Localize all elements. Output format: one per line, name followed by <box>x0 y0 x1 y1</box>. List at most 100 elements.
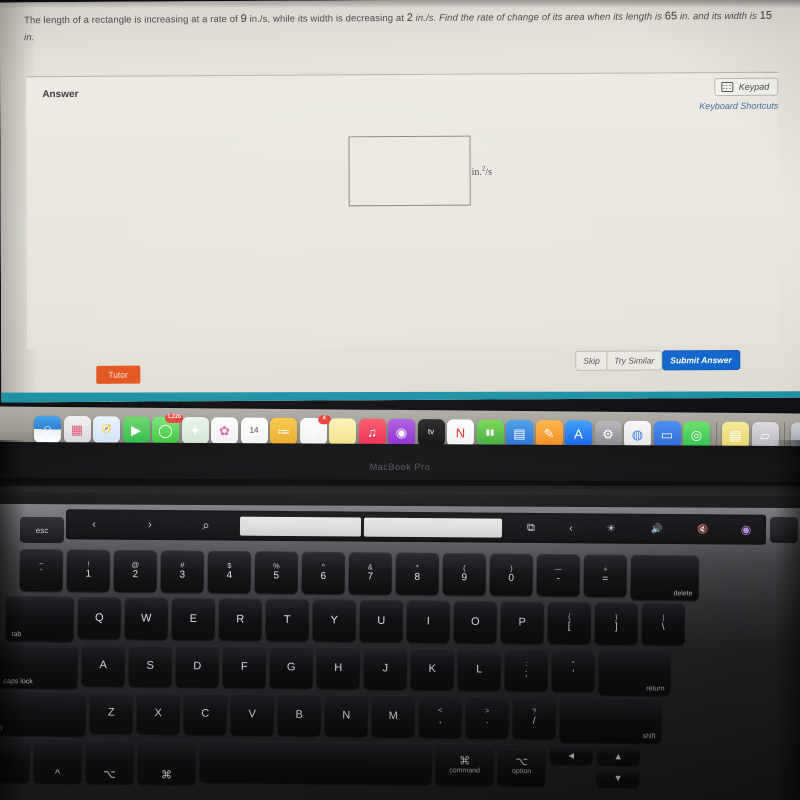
key-v[interactable]: V <box>230 693 274 736</box>
keyboard-row-space[interactable]: fn^⌥⌘⌘command⌥option◂▴▾ <box>0 737 640 791</box>
key-z[interactable]: Z <box>89 691 133 734</box>
dock-icon-news[interactable]: N <box>446 418 475 447</box>
key-arrow-up[interactable]: ▴ <box>596 745 640 766</box>
submit-answer-button[interactable]: Submit Answer <box>662 349 740 371</box>
touchbar-forward-icon[interactable]: › <box>122 514 178 536</box>
key-s[interactable]: S <box>128 644 172 687</box>
key-y[interactable]: Y <box>312 599 356 642</box>
dock-icon-facetime[interactable]: ▶ <box>122 415 150 444</box>
key-esc[interactable]: esc <box>19 516 65 544</box>
touchbar-suggestion-2[interactable] <box>363 517 503 538</box>
arrow-key-cluster[interactable]: ▴ ▾ <box>596 745 640 791</box>
key-power[interactable] <box>769 516 799 544</box>
key-3[interactable]: #3 <box>160 550 204 593</box>
key-=[interactable]: + = <box>583 554 627 597</box>
key-option-left[interactable]: ⌥ <box>85 738 134 785</box>
touchbar-suggestion-1[interactable] <box>239 516 361 537</box>
key-0[interactable]: ) 0 <box>489 553 533 596</box>
key-5[interactable]: % 5 <box>254 551 298 594</box>
dock-icon-downloads-folder[interactable]: ▱ <box>751 421 779 449</box>
answer-input[interactable] <box>348 135 471 207</box>
key-bracket-[[interactable]: {[ <box>547 601 591 645</box>
key-l[interactable]: L <box>457 648 501 691</box>
skip-button[interactable]: Skip <box>575 350 608 371</box>
key-control-left[interactable]: ^ <box>33 737 82 784</box>
key-9[interactable]: (9 <box>442 553 486 596</box>
key-7[interactable]: & 7 <box>348 552 392 595</box>
key-arrow-left[interactable]: ◂ <box>549 744 593 766</box>
key-t[interactable]: T <box>265 598 309 642</box>
key-tab[interactable]: tab <box>5 596 74 642</box>
touchbar-back-icon[interactable]: ‹ <box>66 513 122 535</box>
key-d[interactable]: D <box>175 645 219 688</box>
dock-icon-chrome[interactable]: ◍ <box>623 420 652 448</box>
dock-icon-zoom[interactable]: ▭ <box>653 420 681 448</box>
key-punct-0[interactable]: :; <box>504 648 548 692</box>
touchbar-screenshot-icon[interactable]: ⧉ <box>508 517 554 539</box>
key-r[interactable]: R <box>218 598 262 641</box>
key-fn[interactable]: fn <box>0 737 30 783</box>
key-arrow-down[interactable]: ▾ <box>596 767 640 788</box>
dock-icon-calendar[interactable]: 14 <box>240 416 268 445</box>
touchbar-siri-icon[interactable]: ◉ <box>726 518 766 540</box>
key-n[interactable]: N <box>324 694 368 737</box>
keypad-button[interactable]: Keypad <box>714 77 779 97</box>
touch-bar[interactable]: ‹ › ⌕ ⧉ ‹ ☀ 🔊 🔇 ◉ <box>65 509 767 545</box>
key-bracket-][interactable]: }] <box>594 602 638 645</box>
dock-icon-notes-yellow[interactable]: ▤ <box>721 421 750 449</box>
dock-icon-stickies[interactable] <box>328 417 357 445</box>
dock-icon-safari[interactable]: 🧭 <box>92 415 121 443</box>
dock-icon-notes[interactable]: ≡ 4 <box>299 414 331 445</box>
key-punct-1[interactable]: " ' <box>551 649 595 692</box>
dock-icon-app-store[interactable]: A <box>564 419 593 448</box>
keyboard-shortcuts-link[interactable]: Keyboard Shortcuts <box>699 101 778 111</box>
key-delete[interactable]: delete <box>630 554 699 601</box>
key-b[interactable]: B <box>277 693 321 737</box>
dock-icon-apple-tv[interactable]: tv <box>417 418 445 446</box>
keyboard-row-number[interactable]: ~ `! 1 @2 #3 $4% 5 ^ 6 & 7 * 8(9) 0— - + = delete <box>19 549 699 601</box>
dock-icon-pages[interactable]: ✎ <box>535 419 563 447</box>
dock-icon-find-my[interactable]: ◎ <box>682 420 711 449</box>
keyboard-row-home[interactable]: caps lock A S D F G H J K L:; " ' return <box>0 643 671 696</box>
key-1[interactable]: ! 1 <box>66 549 110 592</box>
dock-icon-numbers[interactable]: ▮▮ <box>476 419 504 447</box>
try-similar-button[interactable]: Try Similar <box>606 350 663 371</box>
dock-icon-messages[interactable]: ◯ 1,226 <box>151 413 184 444</box>
key-return[interactable]: return <box>598 649 671 696</box>
key-zpunct-1[interactable]: >. <box>465 695 509 739</box>
key-6[interactable]: ^ 6 <box>301 551 345 595</box>
key-c[interactable]: C <box>183 692 227 735</box>
dock-icon-reminders[interactable]: ≔ <box>269 417 298 445</box>
touchbar-volume-icon[interactable]: 🔊 <box>634 518 680 540</box>
key-command-right[interactable]: ⌘ command <box>435 743 494 786</box>
key-zpunct-0[interactable]: <, <box>418 695 462 738</box>
key-shift-right[interactable]: shift <box>559 697 662 744</box>
key-o[interactable]: O <box>453 600 497 644</box>
key-e[interactable]: E <box>171 597 215 641</box>
key-j[interactable]: J <box>363 647 407 690</box>
key-u[interactable]: U <box>359 599 403 643</box>
touchbar-brightness-icon[interactable]: ☀ <box>588 517 634 539</box>
touchbar-suggestion-strip[interactable] <box>239 516 503 538</box>
keyboard-row-qwerty[interactable]: tab Q W E R T Y U I O P{[}] | \ <box>5 596 685 648</box>
key-`[interactable]: ~ ` <box>19 549 63 592</box>
dock-icon-keynote[interactable]: ▤ <box>505 419 534 447</box>
dock-icon-podcasts[interactable]: ◉ <box>387 418 416 446</box>
tutor-button[interactable]: Tutor <box>96 365 140 384</box>
key-space[interactable] <box>199 739 432 785</box>
key--[interactable]: — - <box>536 553 580 597</box>
key-caps-lock[interactable]: caps lock <box>0 643 78 689</box>
touchbar-collapse-icon[interactable]: ‹ <box>554 517 588 539</box>
dock-icon-trash[interactable]: 🗑 <box>790 421 800 450</box>
key-x[interactable]: X <box>136 691 180 735</box>
dock-icon-maps[interactable]: ✦ <box>181 416 209 444</box>
key-q[interactable]: Q <box>77 596 121 640</box>
key-shift-left[interactable]: shift <box>0 690 86 737</box>
key-zpunct-2[interactable]: ? / <box>512 696 556 739</box>
key-4[interactable]: $4 <box>207 550 251 594</box>
key-m[interactable]: M <box>371 694 415 738</box>
key-f[interactable]: F <box>222 645 266 689</box>
key-p[interactable]: P <box>500 601 544 644</box>
key-h[interactable]: H <box>316 646 360 690</box>
key-w[interactable]: W <box>124 597 168 640</box>
